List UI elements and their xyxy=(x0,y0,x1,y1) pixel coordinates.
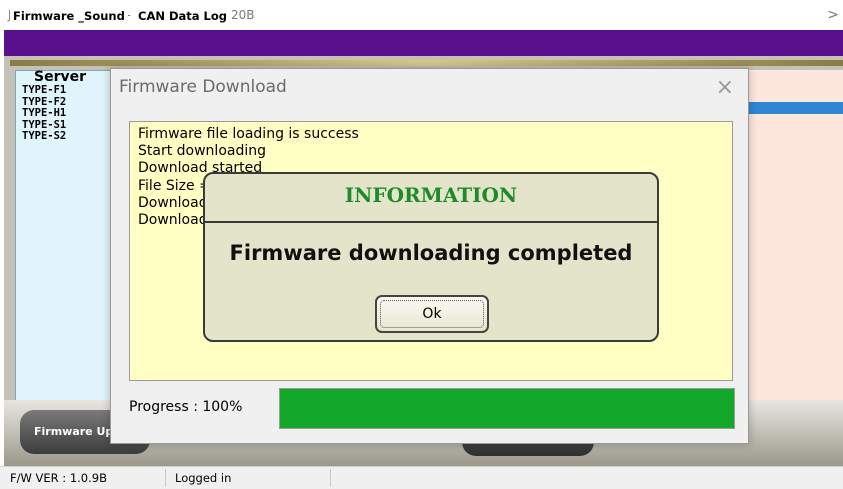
log-line: Start downloading xyxy=(138,143,266,160)
information-dialog: INFORMATION Firmware downloading complet… xyxy=(203,172,659,342)
information-header: INFORMATION xyxy=(205,174,657,223)
ok-button[interactable]: Ok xyxy=(375,295,489,333)
server-label: Server xyxy=(34,69,87,85)
progress-label: Progress : 100% xyxy=(129,399,243,415)
log-line: Firmware file loading is success xyxy=(138,126,359,142)
focus-ring xyxy=(380,300,484,328)
status-separator xyxy=(330,469,331,487)
server-list: TYPE-F1 TYPE-F2 TYPE-H1 TYPE-S1 TYPE-S2 xyxy=(22,84,66,143)
server-item-type-s2[interactable]: TYPE-S2 xyxy=(22,130,66,143)
progress-bar xyxy=(279,388,735,429)
dialog-title: Firmware Download xyxy=(119,77,287,97)
status-bar: F/W VER : 1.0.9B Logged in xyxy=(0,466,843,489)
server-item-type-f1[interactable]: TYPE-F1 xyxy=(22,84,66,97)
progress-fill xyxy=(280,389,734,428)
login-status: Logged in xyxy=(175,471,232,485)
chevron-right-icon[interactable]: > xyxy=(827,0,839,30)
status-separator xyxy=(165,469,166,487)
tab-can-data-log[interactable]: CAN Data Log xyxy=(135,6,230,26)
tab-bar xyxy=(4,30,843,56)
close-icon[interactable]: × xyxy=(716,75,734,100)
firmware-version: F/W VER : 1.0.9B xyxy=(10,471,107,485)
decorative-divider xyxy=(10,60,843,66)
server-item-type-h1[interactable]: TYPE-H1 xyxy=(22,107,66,120)
information-title: INFORMATION xyxy=(344,183,518,207)
tab-firmware-sound[interactable]: Firmware _Sound xyxy=(10,6,128,26)
information-message: Firmware downloading completed xyxy=(229,241,633,265)
